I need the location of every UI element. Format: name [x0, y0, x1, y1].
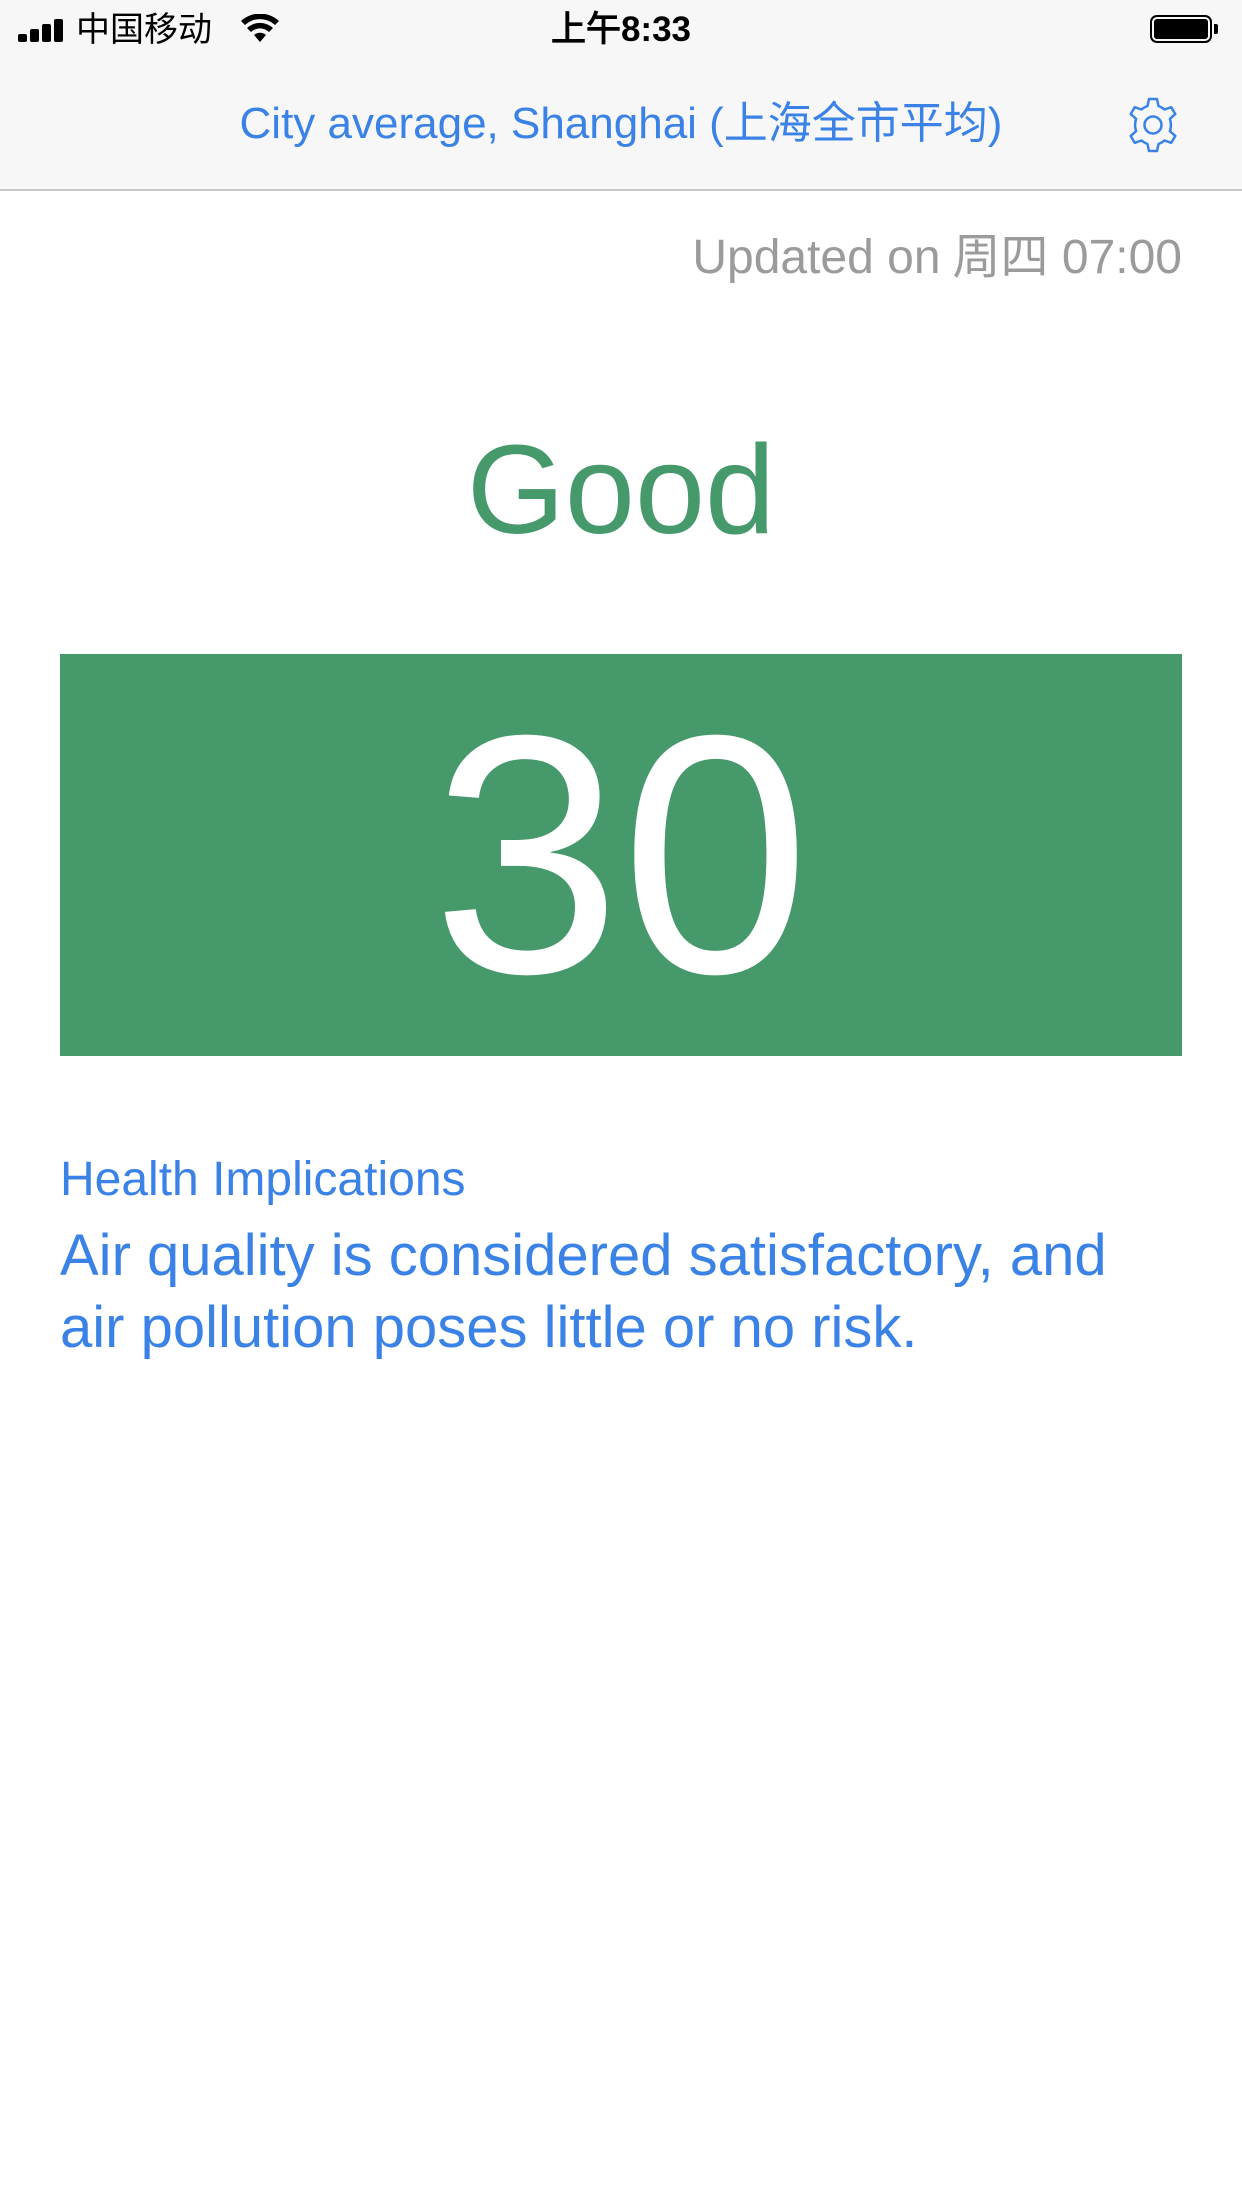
updated-value: 周四 07:00 [952, 231, 1182, 284]
nav-title[interactable]: City average, Shanghai (上海全市平均) [0, 96, 1242, 152]
updated-label: Updated on [692, 231, 941, 284]
aqi-value: 30 [431, 665, 811, 1045]
gear-icon [1129, 97, 1177, 153]
health-implications-text: Air quality is considered satisfactory, … [60, 1223, 1107, 1360]
battery-icon [1150, 15, 1220, 45]
app-screen: 中国移动 上午8:33 City average, Shanghai (上海全市… [0, 0, 1242, 2208]
status-bar: 中国移动 上午8:33 [0, 0, 1242, 60]
air-quality-level: Good [466, 419, 776, 560]
settings-button[interactable] [1122, 94, 1184, 156]
navigation-bar: City average, Shanghai (上海全市平均) [0, 60, 1242, 191]
status-time: 上午8:33 [550, 10, 692, 49]
health-implications-heading: Health Implications [60, 1153, 466, 1206]
updated-timestamp: Updated on 周四 07:00 [692, 226, 1182, 290]
aqi-panel: 30 [60, 654, 1182, 1056]
